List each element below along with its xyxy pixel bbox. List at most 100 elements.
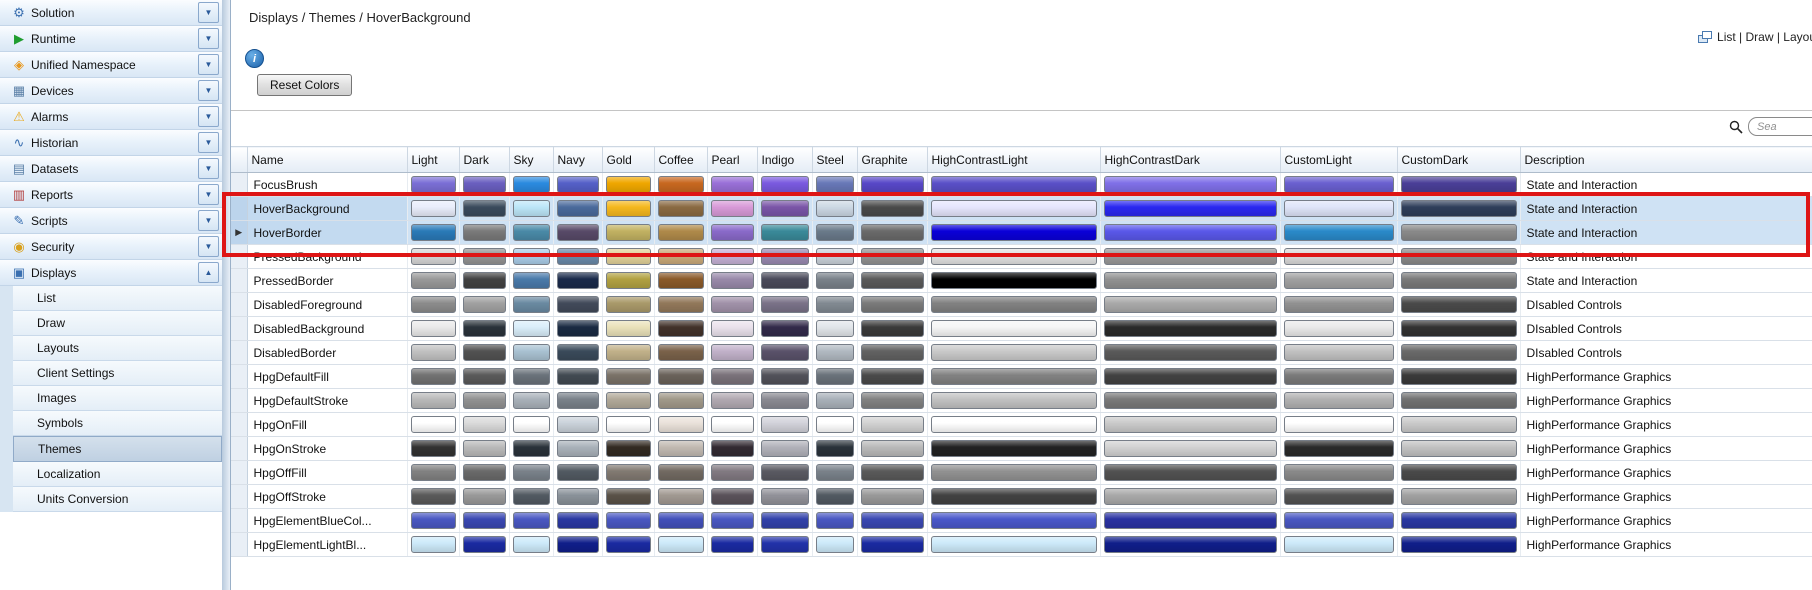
color-swatch-customlight[interactable] [1284, 296, 1394, 313]
color-swatch-sky[interactable] [513, 176, 550, 193]
color-swatch-sky[interactable] [513, 368, 550, 385]
sidebar-item-datasets[interactable]: ▤Datasets▼ [0, 156, 222, 182]
color-swatch-sky[interactable] [513, 392, 550, 409]
color-swatch-gold[interactable] [606, 464, 651, 481]
table-row-focusbrush[interactable]: FocusBrushState and Interaction [231, 173, 1812, 197]
sidebar-subitem-draw[interactable]: Draw [13, 311, 222, 336]
color-swatch-indigo[interactable] [761, 488, 809, 505]
column-header-dark[interactable]: Dark [459, 147, 509, 173]
color-swatch-highcontrastdark[interactable] [1104, 416, 1277, 433]
color-swatch-pearl[interactable] [711, 488, 754, 505]
color-swatch-steel[interactable] [816, 344, 854, 361]
search-input[interactable] [1748, 117, 1812, 136]
color-swatch-navy[interactable] [557, 464, 599, 481]
row-name[interactable]: HpgElementLightBl... [247, 533, 407, 557]
row-name[interactable]: DisabledForeground [247, 293, 407, 317]
color-swatch-dark[interactable] [463, 344, 506, 361]
color-swatch-highcontrastdark[interactable] [1104, 512, 1277, 529]
row-name[interactable]: HpgDefaultStroke [247, 389, 407, 413]
color-swatch-pearl[interactable] [711, 200, 754, 217]
color-swatch-light[interactable] [411, 224, 456, 241]
column-header-customdark[interactable]: CustomDark [1397, 147, 1520, 173]
color-swatch-coffee[interactable] [658, 536, 704, 553]
sidebar-item-reports[interactable]: ▥Reports▼ [0, 182, 222, 208]
color-swatch-highcontrastdark[interactable] [1104, 440, 1277, 457]
color-swatch-coffee[interactable] [658, 392, 704, 409]
color-swatch-indigo[interactable] [761, 296, 809, 313]
color-swatch-light[interactable] [411, 536, 456, 553]
color-swatch-graphite[interactable] [861, 368, 924, 385]
color-swatch-pearl[interactable] [711, 416, 754, 433]
column-header-gold[interactable]: Gold [602, 147, 654, 173]
info-icon[interactable]: i [245, 49, 264, 68]
color-swatch-sky[interactable] [513, 344, 550, 361]
color-swatch-highcontrastdark[interactable] [1104, 296, 1277, 313]
color-swatch-customdark[interactable] [1401, 248, 1517, 265]
color-swatch-highcontrastlight[interactable] [931, 464, 1097, 481]
color-swatch-coffee[interactable] [658, 248, 704, 265]
color-swatch-dark[interactable] [463, 464, 506, 481]
color-swatch-graphite[interactable] [861, 200, 924, 217]
color-swatch-highcontrastlight[interactable] [931, 200, 1097, 217]
sidebar-subitem-localization[interactable]: Localization [13, 462, 222, 487]
color-swatch-customlight[interactable] [1284, 440, 1394, 457]
color-swatch-customlight[interactable] [1284, 488, 1394, 505]
color-swatch-light[interactable] [411, 296, 456, 313]
table-row-hpgelementbluecol[interactable]: HpgElementBlueCol...HighPerformance Grap… [231, 509, 1812, 533]
color-swatch-dark[interactable] [463, 320, 506, 337]
color-swatch-dark[interactable] [463, 248, 506, 265]
color-swatch-pearl[interactable] [711, 392, 754, 409]
color-swatch-customdark[interactable] [1401, 296, 1517, 313]
color-swatch-indigo[interactable] [761, 440, 809, 457]
color-swatch-highcontrastlight[interactable] [931, 248, 1097, 265]
color-swatch-customdark[interactable] [1401, 200, 1517, 217]
expand-arrow-button[interactable]: ▼ [198, 236, 219, 257]
color-swatch-gold[interactable] [606, 344, 651, 361]
color-swatch-customlight[interactable] [1284, 368, 1394, 385]
sidebar-item-devices[interactable]: ▦Devices▼ [0, 78, 222, 104]
column-header-name[interactable]: Name [247, 147, 407, 173]
color-swatch-light[interactable] [411, 464, 456, 481]
color-swatch-highcontrastdark[interactable] [1104, 176, 1277, 193]
column-header-pearl[interactable]: Pearl [707, 147, 757, 173]
color-swatch-customlight[interactable] [1284, 176, 1394, 193]
sidebar-subitem-images[interactable]: Images [13, 386, 222, 411]
color-swatch-navy[interactable] [557, 176, 599, 193]
color-swatch-dark[interactable] [463, 536, 506, 553]
color-swatch-gold[interactable] [606, 248, 651, 265]
color-swatch-gold[interactable] [606, 320, 651, 337]
collapse-arrow-button[interactable]: ▲ [198, 262, 219, 283]
color-swatch-dark[interactable] [463, 176, 506, 193]
color-swatch-steel[interactable] [816, 536, 854, 553]
color-swatch-steel[interactable] [816, 176, 854, 193]
color-swatch-graphite[interactable] [861, 344, 924, 361]
color-swatch-indigo[interactable] [761, 392, 809, 409]
color-swatch-customlight[interactable] [1284, 416, 1394, 433]
sidebar-subitem-layouts[interactable]: Layouts [13, 336, 222, 361]
color-swatch-highcontrastlight[interactable] [931, 176, 1097, 193]
color-swatch-sky[interactable] [513, 320, 550, 337]
color-swatch-coffee[interactable] [658, 440, 704, 457]
color-swatch-highcontrastlight[interactable] [931, 440, 1097, 457]
sidebar-item-scripts[interactable]: ✎Scripts▼ [0, 208, 222, 234]
color-swatch-navy[interactable] [557, 392, 599, 409]
color-swatch-dark[interactable] [463, 416, 506, 433]
color-swatch-coffee[interactable] [658, 344, 704, 361]
color-swatch-graphite[interactable] [861, 440, 924, 457]
row-name[interactable]: HoverBorder [247, 221, 407, 245]
color-swatch-light[interactable] [411, 440, 456, 457]
expand-arrow-button[interactable]: ▼ [198, 28, 219, 49]
sidebar-item-runtime[interactable]: ▶Runtime▼ [0, 26, 222, 52]
color-swatch-customdark[interactable] [1401, 176, 1517, 193]
color-swatch-gold[interactable] [606, 200, 651, 217]
color-swatch-graphite[interactable] [861, 512, 924, 529]
color-swatch-customdark[interactable] [1401, 440, 1517, 457]
sidebar-subitem-list[interactable]: List [13, 286, 222, 311]
color-swatch-pearl[interactable] [711, 512, 754, 529]
color-swatch-customlight[interactable] [1284, 512, 1394, 529]
color-swatch-customdark[interactable] [1401, 416, 1517, 433]
table-row-hpgdefaultfill[interactable]: HpgDefaultFillHighPerformance Graphics [231, 365, 1812, 389]
table-row-hpgdefaultstroke[interactable]: HpgDefaultStrokeHighPerformance Graphics [231, 389, 1812, 413]
color-swatch-highcontrastdark[interactable] [1104, 272, 1277, 289]
table-row-disabledforeground[interactable]: DisabledForegroundDIsabled Controls [231, 293, 1812, 317]
